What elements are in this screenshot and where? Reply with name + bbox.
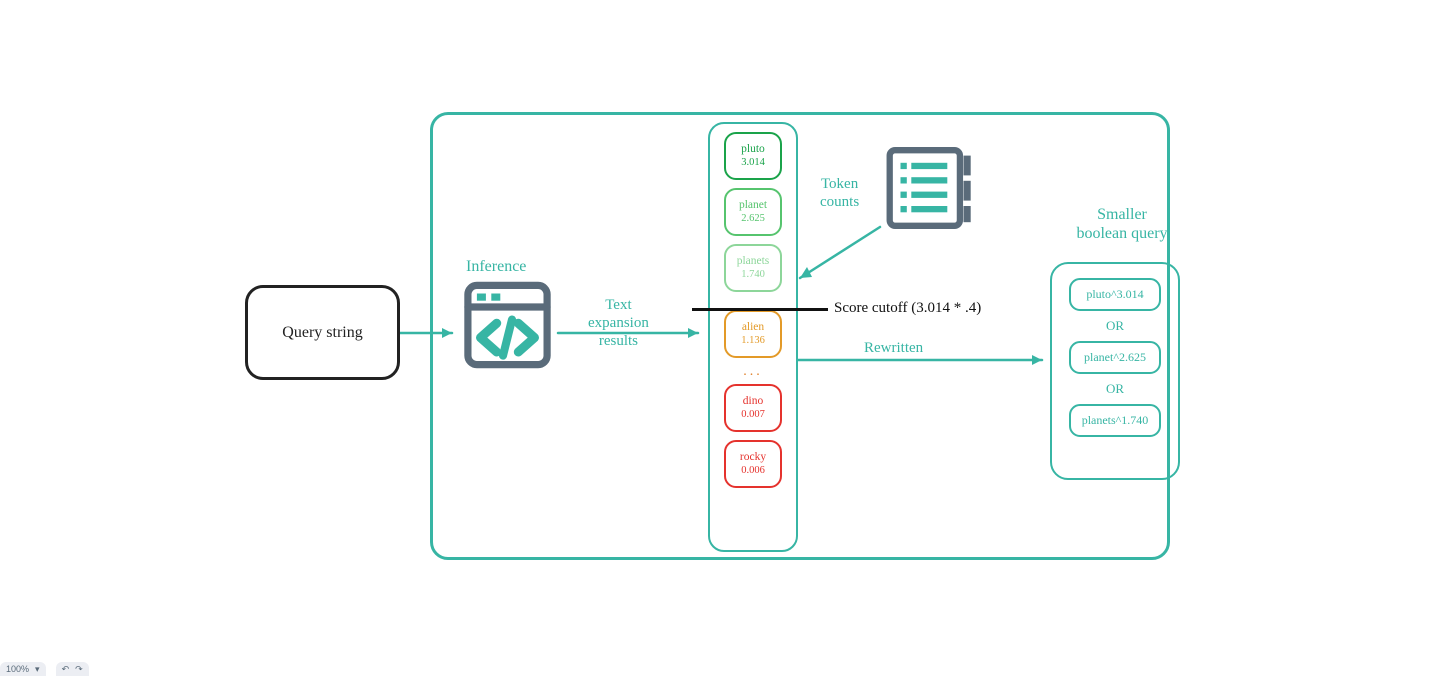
token-planets: planets 1.740 [724, 244, 782, 292]
token-value: 0.006 [741, 465, 765, 477]
bool-term-planet: planet^2.625 [1069, 341, 1161, 374]
token-dino: dino 0.007 [724, 384, 782, 432]
code-window-icon [460, 280, 555, 370]
token-value: 1.740 [741, 269, 765, 281]
history-controls: ↶ ↷ [56, 662, 89, 676]
token-counts-label: Token counts [820, 175, 859, 211]
query-string-box: Query string [245, 285, 400, 380]
zoom-value: 100% [6, 664, 29, 674]
inference-label: Inference [466, 258, 526, 276]
token-name: pluto [741, 143, 765, 156]
text-expansion-label: Text expansion results [588, 296, 649, 350]
token-name: planets [737, 255, 770, 268]
query-string-label: Query string [282, 324, 362, 342]
token-value: 2.625 [741, 213, 765, 225]
bool-or: OR [1106, 318, 1124, 334]
token-value: 1.136 [741, 335, 765, 347]
ellipsis: ... [743, 364, 763, 380]
chevron-down-icon: ▾ [35, 664, 40, 675]
bool-term-pluto: pluto^3.014 [1069, 278, 1161, 311]
token-pluto: pluto 3.014 [724, 132, 782, 180]
score-cutoff-line [692, 308, 828, 311]
token-planet: planet 2.625 [724, 188, 782, 236]
token-rocky: rocky 0.006 [724, 440, 782, 488]
bool-or: OR [1106, 381, 1124, 397]
redo-button[interactable]: ↷ [75, 664, 83, 675]
token-name: planet [739, 199, 767, 212]
expansion-results-column: pluto 3.014 planet 2.625 planets 1.740 a… [708, 122, 798, 552]
token-value: 0.007 [741, 409, 765, 421]
token-alien: alien 1.136 [724, 310, 782, 358]
list-document-icon [882, 143, 982, 233]
score-cutoff-label: Score cutoff (3.014 * .4) [834, 300, 981, 317]
token-value: 3.014 [741, 157, 765, 169]
rewritten-label: Rewritten [864, 340, 923, 357]
token-name: rocky [740, 451, 766, 464]
smaller-boolean-query-label: Smaller boolean query [1062, 205, 1182, 243]
bottom-toolbar: 100% ▾ ↶ ↷ [0, 662, 89, 676]
boolean-query-box: pluto^3.014 OR planet^2.625 OR planets^1… [1050, 262, 1180, 480]
token-name: dino [743, 395, 763, 408]
undo-button[interactable]: ↶ [62, 664, 70, 675]
token-name: alien [742, 321, 764, 334]
diagram-canvas: Query string Inference Text expansion re… [0, 0, 1440, 676]
zoom-control[interactable]: 100% ▾ [0, 662, 46, 676]
bool-term-planets: planets^1.740 [1069, 404, 1161, 437]
